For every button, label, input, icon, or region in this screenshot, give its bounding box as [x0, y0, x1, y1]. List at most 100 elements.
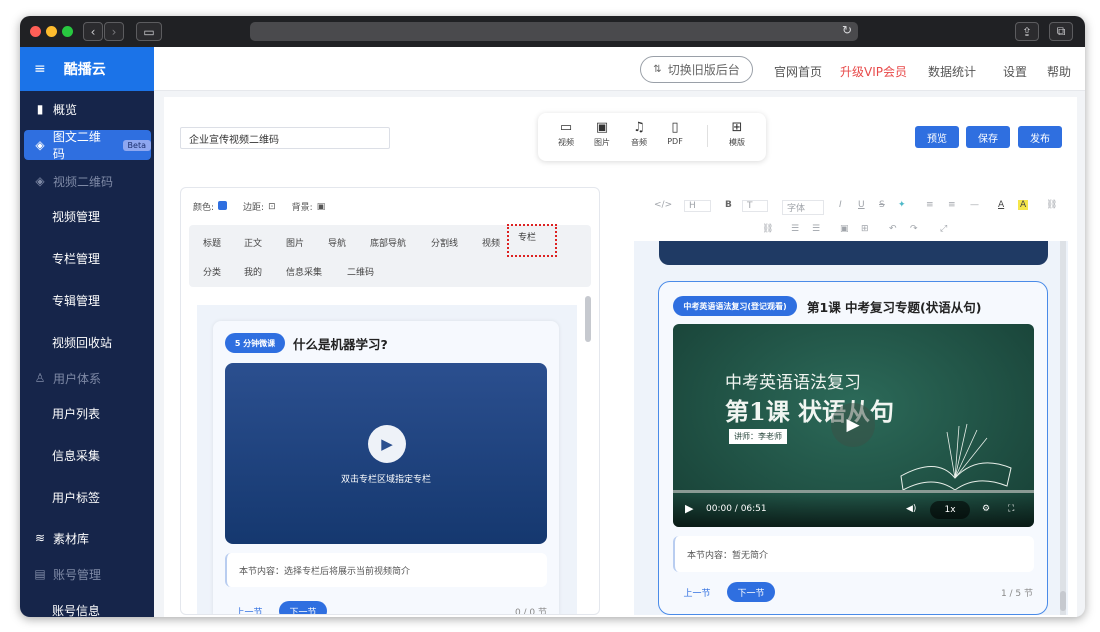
component-bottom-nav[interactable]: 底部导航 [370, 236, 406, 249]
prev-lesson-button[interactable]: 上一节 [225, 601, 273, 615]
heading-select[interactable]: H [684, 200, 711, 212]
speed-button[interactable]: 1x [930, 501, 970, 519]
preview-column-card[interactable]: 中考英语语法复习(登记观看) 第1课 中考复习专题(状语从句) 中考英语语法复习… [658, 281, 1048, 615]
link-settings[interactable]: 设置 [1003, 63, 1027, 80]
underline-button[interactable]: U [858, 200, 865, 210]
fullscreen-icon[interactable]: ⛶ [1008, 504, 1014, 514]
sidebar-group-account-manage[interactable]: ▤ 账号管理 [20, 559, 154, 589]
component-info-collect[interactable]: 信息采集 [286, 265, 322, 278]
publish-button[interactable]: 发布 [1018, 126, 1062, 148]
column-card[interactable]: 5 分钟微课 什么是机器学习? ▶ 双击专栏区域指定专栏 本节内容：选择专栏后将… [213, 321, 559, 615]
font-color-button[interactable]: A [998, 200, 1004, 210]
component-text[interactable]: 正文 [244, 236, 262, 249]
sidebar-item-album-manage[interactable]: 专辑管理 [20, 285, 154, 315]
undo-icon[interactable]: ↶ [889, 224, 897, 234]
component-mine[interactable]: 我的 [244, 265, 262, 278]
component-image[interactable]: 图片 [286, 236, 304, 249]
sidebar-item-graphic-qrcode[interactable]: ◈ 图文二维码 Beta [24, 130, 151, 161]
clear-format-icon[interactable]: ✦ [898, 200, 906, 210]
sidebar-item-user-tags[interactable]: 用户标签 [20, 482, 154, 512]
close-window-button[interactable] [30, 26, 41, 37]
bullet-list-icon[interactable]: ☰ [812, 224, 820, 234]
play-icon[interactable]: ▶ [685, 502, 693, 515]
video-player[interactable]: 中考英语语法复习 第1课 状语从句 讲师：李老师 ▶ ▶ 00:00 / 06:… [673, 324, 1034, 527]
progress-bar[interactable] [673, 490, 1034, 493]
link-statistics[interactable]: 数据统计 [928, 63, 976, 80]
link-official-site[interactable]: 官网首页 [774, 63, 822, 80]
volume-icon[interactable]: ◀) [906, 504, 916, 514]
switch-old-version-button[interactable]: ⇅ 切换旧版后台 [640, 56, 753, 83]
video-placeholder[interactable]: ▶ 双击专栏区域指定专栏 [225, 363, 547, 544]
code-view-button[interactable]: </> [654, 200, 672, 210]
component-nav[interactable]: 导航 [328, 236, 346, 249]
component-category[interactable]: 分类 [203, 265, 221, 278]
align-left-icon[interactable]: ≡ [926, 200, 934, 210]
align-center-icon[interactable]: ≡ [948, 200, 956, 210]
color-swatch[interactable] [218, 200, 228, 213]
component-divider[interactable]: 分割线 [431, 236, 458, 249]
insert-image-icon[interactable]: ▣ [840, 224, 849, 234]
sidebar-item-overview[interactable]: ▮ 概览 [20, 94, 154, 124]
preview-next-button[interactable]: 下一节 [727, 582, 775, 602]
strike-button[interactable]: S [879, 200, 885, 210]
link-upgrade-vip[interactable]: 升级VIP会员 [840, 63, 907, 80]
link-icon[interactable]: ⛓ [1046, 200, 1057, 210]
component-video[interactable]: 视频 [482, 236, 500, 249]
zoom-window-button[interactable] [62, 26, 73, 37]
component-title[interactable]: 标题 [203, 236, 221, 249]
back-arrow-icon[interactable]: ‹ [83, 22, 103, 41]
next-lesson-button[interactable]: 下一节 [279, 601, 327, 614]
preview-scrollbar[interactable] [1060, 241, 1066, 615]
forward-arrow-icon[interactable]: › [104, 22, 124, 41]
center-play-icon[interactable]: ▶ [831, 403, 875, 447]
address-bar[interactable]: ↻ [250, 22, 858, 41]
horizontal-rule-icon[interactable]: — [970, 200, 979, 210]
tabs-overview-icon[interactable]: ⧉ [1049, 22, 1073, 41]
preview-button[interactable]: 预览 [915, 126, 959, 148]
fullscreen-icon[interactable]: ⤢ [940, 224, 947, 234]
sidebar-item-account-info[interactable]: 账号信息 [20, 595, 154, 618]
bold-button[interactable]: B [725, 200, 732, 210]
sidebar-item-label: 用户体系 [53, 371, 102, 386]
settings-gear-icon[interactable]: ⚙ [982, 504, 990, 514]
editor-canvas[interactable]: 5 分钟微课 什么是机器学习? ▶ 双击专栏区域指定专栏 本节内容：选择专栏后将… [197, 305, 577, 615]
tool-image[interactable]: ▣ 图片 [587, 119, 617, 148]
sidebar-item-info-collect[interactable]: 信息采集 [20, 440, 154, 470]
font-family-select[interactable]: 字体 [782, 200, 825, 215]
preview-scroll-thumb[interactable] [1060, 591, 1066, 611]
highlight-button[interactable]: A [1018, 200, 1029, 210]
link-help[interactable]: 帮助 [1047, 63, 1071, 80]
sidebar-toggle-icon[interactable]: ▭ [136, 22, 162, 41]
sidebar-item-video-recycle[interactable]: 视频回收站 [20, 327, 154, 357]
share-icon[interactable]: ⇪ [1015, 22, 1039, 41]
reload-icon[interactable]: ↻ [842, 23, 852, 37]
tool-audio[interactable]: ♫ 音频 [624, 119, 654, 148]
play-icon[interactable]: ▶ [368, 425, 406, 463]
tool-video[interactable]: ▭ 视频 [551, 119, 581, 148]
save-button[interactable]: 保存 [966, 126, 1010, 148]
sidebar-item-user-list[interactable]: 用户列表 [20, 398, 154, 428]
redo-icon[interactable]: ↷ [910, 224, 918, 234]
sidebar-group-video-qrcode[interactable]: ◈ 视频二维码 [20, 166, 154, 196]
sidebar-group-user-system[interactable]: ♙ 用户体系 [20, 363, 154, 393]
border-icon[interactable]: ⊡ [268, 202, 276, 212]
menu-icon[interactable]: ≡ [34, 61, 46, 77]
sidebar-item-material-library[interactable]: ≋ 素材库 [20, 523, 154, 553]
tool-template[interactable]: ⊞ 模版 [722, 119, 752, 148]
sidebar-item-video-manage[interactable]: 视频管理 [20, 201, 154, 231]
sidebar-item-column-manage[interactable]: 专栏管理 [20, 243, 154, 273]
ordered-list-icon[interactable]: ☰ [791, 224, 799, 234]
insert-table-icon[interactable]: ⊞ [861, 224, 869, 234]
page-title-input[interactable]: 企业宣传视频二维码 [180, 127, 390, 149]
mobile-preview[interactable]: 中考英语语法复习(登记观看) 第1课 中考复习专题(状语从句) 中考英语语法复习… [634, 241, 1068, 615]
background-image-icon[interactable]: ▣ [317, 202, 326, 212]
minimize-window-button[interactable] [46, 26, 57, 37]
component-column-selected[interactable]: 专栏 [507, 224, 557, 257]
preview-prev-button[interactable]: 上一节 [673, 582, 721, 602]
panel-scrollbar[interactable] [585, 296, 591, 342]
unlink-icon[interactable]: ⛓ [762, 224, 773, 234]
font-size-select[interactable]: T [742, 200, 768, 212]
italic-button[interactable]: I [839, 200, 842, 210]
component-qrcode[interactable]: 二维码 [347, 265, 374, 278]
tool-pdf[interactable]: ▯ PDF [660, 119, 690, 146]
